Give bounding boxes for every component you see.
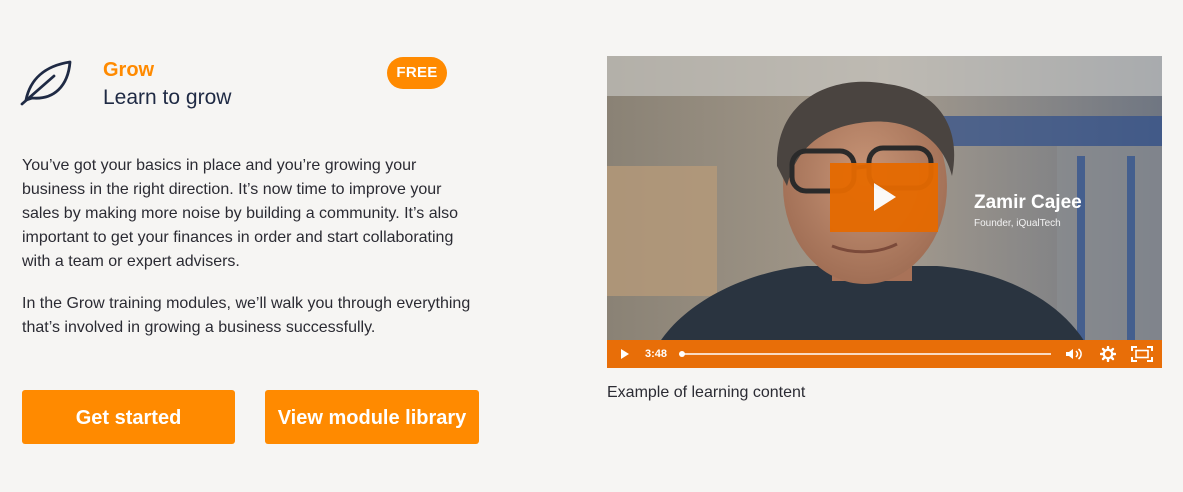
get-started-button[interactable]: Get started bbox=[22, 390, 235, 444]
play-icon bbox=[874, 183, 896, 211]
free-badge: FREE bbox=[387, 57, 447, 89]
settings-gear-icon bbox=[1100, 346, 1116, 362]
module-title: Grow bbox=[103, 59, 155, 81]
progress-track[interactable] bbox=[681, 353, 1051, 355]
module-heading: Grow Learn to grow bbox=[103, 58, 231, 112]
description-paragraph-1: You’ve got your basics in place and you’… bbox=[22, 157, 459, 270]
view-module-library-button[interactable]: View module library bbox=[265, 390, 479, 444]
progress-handle[interactable] bbox=[679, 351, 685, 357]
leaf-icon bbox=[20, 60, 72, 106]
description-paragraph-2: In the Grow training modules, we’ll walk… bbox=[22, 295, 471, 336]
fullscreen-icon bbox=[1131, 346, 1153, 362]
fullscreen-button[interactable] bbox=[1129, 340, 1155, 368]
video-control-bar: 3:48 bbox=[607, 340, 1162, 368]
video-player[interactable]: Zamir Cajee Founder, iQualTech 3:48 bbox=[607, 56, 1162, 368]
volume-button[interactable] bbox=[1063, 340, 1085, 368]
control-play-button[interactable] bbox=[615, 340, 635, 368]
speaker-name: Zamir Cajee bbox=[974, 192, 1082, 213]
settings-button[interactable] bbox=[1097, 340, 1119, 368]
big-play-button[interactable] bbox=[830, 163, 938, 232]
video-duration: 3:48 bbox=[645, 348, 668, 360]
play-icon bbox=[621, 349, 629, 359]
module-subtitle: Learn to grow bbox=[103, 86, 232, 109]
volume-icon bbox=[1066, 348, 1082, 360]
speaker-role: Founder, iQualTech bbox=[974, 218, 1061, 229]
video-caption: Example of learning content bbox=[607, 384, 806, 401]
